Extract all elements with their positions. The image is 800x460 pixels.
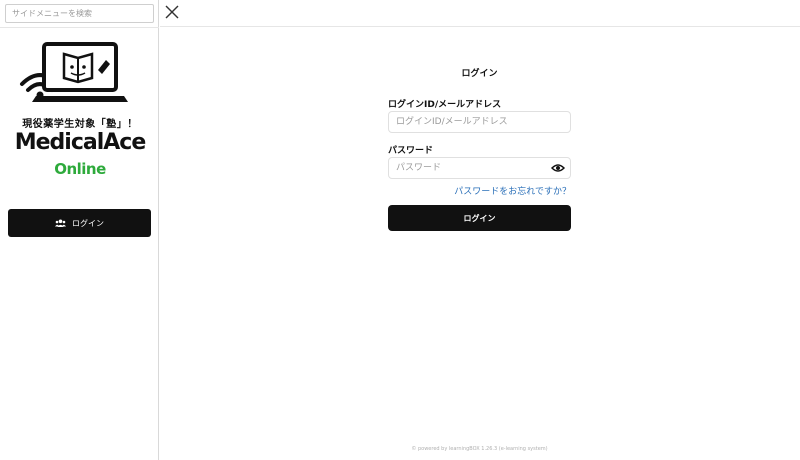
login-id-label: ログインID/メールアドレス [388,100,502,110]
password-input[interactable] [388,157,571,179]
login-button[interactable]: ログイン [388,205,571,231]
password-label: パスワード [388,146,434,156]
users-icon [55,219,66,227]
footer-credit: © powered by learningBOX 1.26.3 (e-learn… [411,446,548,452]
page-title: ログイン [461,69,498,79]
close-button[interactable] [164,4,180,20]
sidebar-search-input[interactable] [5,4,154,23]
sidebar-divider [0,27,159,28]
sidebar-login-button[interactable]: ログイン [8,209,151,237]
topbar-divider [160,26,800,27]
password-visibility-toggle[interactable] [550,161,566,175]
eye-icon [550,164,566,172]
logo-brand-sub: Online [54,160,106,178]
forgot-password-link[interactable]: パスワードをお忘れですか？ [388,184,571,197]
login-id-input[interactable] [388,111,571,133]
logo-tagline: 現役薬学生対象「塾」！ [22,119,138,130]
logo-brand: MedicalAce [14,130,147,155]
medical-ace-logo: 現役薬学生対象「塾」！ MedicalAce Online [6,40,154,190]
close-icon [165,5,179,19]
sidebar-login-label: ログイン [72,218,104,228]
laptop-logo-icon [20,42,128,102]
sidebar: 現役薬学生対象「塾」！ MedicalAce Online ログイン [0,0,159,460]
